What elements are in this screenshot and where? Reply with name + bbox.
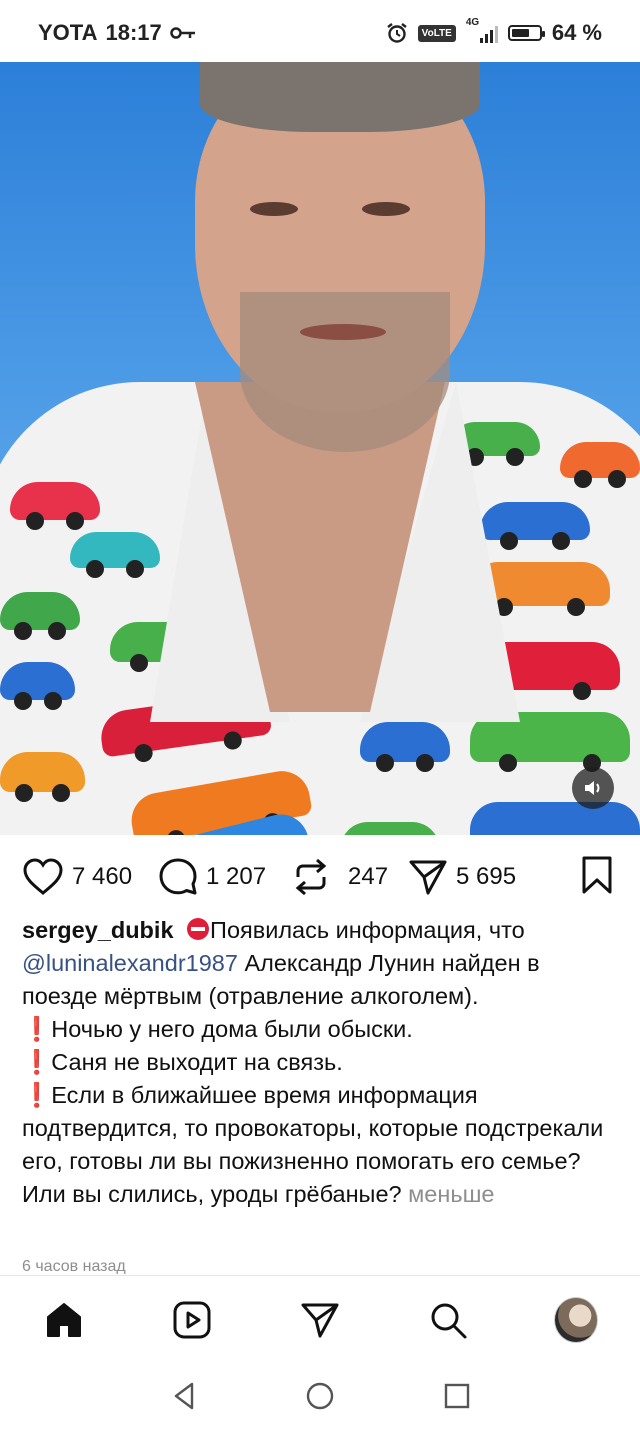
battery-percent: 64 %: [551, 20, 602, 45]
status-bar: YOTA 18:17 VoLTE 4G 64 %: [0, 0, 640, 62]
direct-icon: [301, 1303, 339, 1338]
reels-icon: [173, 1301, 211, 1339]
post-video[interactable]: [0, 62, 640, 835]
comment-icon: [159, 858, 197, 895]
comment-button[interactable]: 1 207: [158, 857, 266, 897]
caption-bullet3: Если в ближайшее время информация подтве…: [22, 1082, 604, 1207]
home-tab[interactable]: [42, 1298, 86, 1342]
send-icon: [409, 860, 447, 895]
recents-icon[interactable]: [442, 1381, 472, 1411]
like-count: 7 460: [72, 863, 133, 890]
status-left: YOTA 18:17: [38, 20, 196, 46]
status-right: VoLTE 4G 64 %: [386, 17, 602, 46]
clock: 18:17: [105, 20, 162, 45]
reels-tab[interactable]: [170, 1298, 214, 1342]
back-icon[interactable]: [170, 1381, 200, 1411]
share-button[interactable]: 5 695: [408, 857, 516, 897]
no-entry-icon: [187, 918, 210, 940]
repost-button[interactable]: 247: [292, 857, 388, 897]
show-less-link[interactable]: меньше: [408, 1181, 494, 1207]
caption-username[interactable]: sergey_dubik: [22, 917, 174, 943]
comment-count: 1 207: [206, 863, 267, 890]
caption-mention[interactable]: @luninalexandr1987: [22, 950, 238, 976]
key-icon: [170, 27, 195, 39]
like-button[interactable]: 7 460: [22, 857, 132, 897]
carrier: YOTA: [38, 20, 98, 45]
alarm-icon: [386, 23, 407, 43]
network-type: 4G: [465, 17, 480, 28]
profile-tab[interactable]: [554, 1297, 598, 1343]
bottom-nav: [0, 1275, 640, 1364]
exclamation-icon: ❗: [22, 1049, 52, 1075]
signal-icon: 4G: [466, 17, 498, 43]
exclamation-icon: ❗: [22, 1016, 52, 1042]
direct-tab[interactable]: [298, 1298, 342, 1342]
save-button[interactable]: [580, 855, 614, 900]
repost-count: 247: [348, 863, 389, 890]
repost-icon: [295, 858, 327, 896]
post-caption: sergey_dubik Появилась информация, что @…: [22, 914, 618, 1211]
home-icon: [47, 1303, 81, 1337]
exclamation-icon: ❗: [22, 1082, 52, 1108]
volte-badge: VoLTE: [417, 24, 456, 42]
caption-bullet2: Саня не выходит на связь.: [51, 1049, 343, 1075]
search-icon: [431, 1303, 467, 1339]
search-tab[interactable]: [426, 1298, 470, 1342]
battery-icon: [507, 25, 545, 41]
share-count: 5 695: [456, 863, 517, 890]
profile-avatar: [554, 1297, 598, 1343]
caption-line1: Появилась информация, что: [210, 917, 525, 943]
home-circle-icon[interactable]: [305, 1381, 335, 1411]
bookmark-icon: [582, 856, 612, 894]
system-nav-bar: [0, 1363, 640, 1430]
heart-icon: [23, 858, 63, 895]
post-actions: 7 460 1 207 247 5 695: [0, 835, 640, 921]
speaker-icon[interactable]: [572, 767, 614, 809]
caption-bullet1: Ночью у него дома были обыски.: [51, 1016, 413, 1042]
post-time: 6 часов назад: [22, 1258, 126, 1274]
